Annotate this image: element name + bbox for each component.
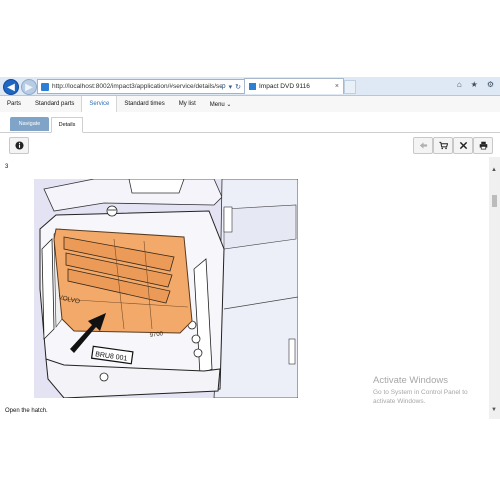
menu-service[interactable]: Service [81, 95, 118, 113]
main-menu: Parts Standard parts Service Standard ti… [0, 95, 500, 113]
back-button[interactable]: ◀ [3, 79, 19, 95]
content-panel: 3 VOLVO 9700 BRU8 001 Open the hatch. [0, 157, 489, 500]
sub-tabs: Navigate Details [0, 112, 500, 133]
info-icon [14, 141, 24, 150]
tab-favicon-icon [249, 83, 256, 90]
print-icon [479, 141, 487, 150]
print-button[interactable] [473, 137, 493, 154]
step-number: 3 [5, 164, 9, 170]
info-button[interactable] [9, 137, 29, 154]
back-step-button[interactable] [413, 137, 433, 154]
instruction-caption: Open the hatch. [5, 408, 48, 414]
forward-arrow-icon: ▶ [25, 81, 33, 93]
tab-details[interactable]: Details [51, 117, 83, 133]
browser-tab[interactable]: Impact DVD 9116 × [244, 78, 344, 94]
back-arrow-icon: ◀ [7, 81, 15, 93]
home-icon[interactable]: ⌂ [457, 80, 462, 89]
browser-toolbar: ◀ ▶ http://localhost:8002/impact3/applic… [0, 77, 500, 96]
settings-icon[interactable]: ⚙ [487, 80, 494, 89]
service-illustration: VOLVO 9700 BRU8 001 [34, 179, 298, 398]
tools-icon [459, 141, 467, 150]
scroll-up-icon[interactable]: ▲ [491, 167, 497, 173]
forward-button[interactable]: ▶ [21, 79, 37, 95]
scroll-thumb[interactable] [492, 195, 497, 207]
address-bar[interactable]: http://localhost:8002/impact3/applicatio… [37, 79, 245, 94]
cart-button[interactable] [433, 137, 453, 154]
site-icon [41, 82, 49, 91]
activate-windows-watermark: Activate Windows Go to System in Control… [373, 375, 483, 406]
favorites-icon[interactable]: ★ [471, 80, 478, 89]
dropdown-icon[interactable]: ▾ [229, 83, 233, 91]
menu-standard-times[interactable]: Standard times [117, 96, 171, 112]
new-tab-button[interactable] [344, 80, 356, 94]
url-text[interactable]: http://localhost:8002/impact3/applicatio… [52, 83, 222, 90]
watermark-title: Activate Windows [373, 375, 448, 386]
vertical-scrollbar[interactable]: ▲ ▼ [489, 157, 500, 419]
back-arrow-icon [419, 142, 427, 149]
menu-standard-parts[interactable]: Standard parts [28, 96, 81, 112]
menu-menu[interactable]: Menu ⌄ [203, 96, 239, 112]
tab-close-icon[interactable]: × [335, 83, 339, 90]
watermark-text: Go to System in Control Panel to activat… [373, 389, 468, 405]
tools-button[interactable] [453, 137, 473, 154]
search-icon[interactable]: ρ [222, 83, 226, 91]
cart-icon [438, 141, 448, 150]
tab-navigate[interactable]: Navigate [10, 117, 49, 131]
refresh-icon[interactable]: ↻ [235, 83, 241, 91]
tab-title: Impact DVD 9116 [259, 83, 310, 90]
empty-top-area [0, 0, 500, 77]
menu-my-list[interactable]: My list [172, 96, 203, 112]
content-toolbar [0, 133, 500, 156]
menu-parts[interactable]: Parts [0, 96, 28, 112]
scroll-down-icon[interactable]: ▼ [491, 407, 497, 413]
